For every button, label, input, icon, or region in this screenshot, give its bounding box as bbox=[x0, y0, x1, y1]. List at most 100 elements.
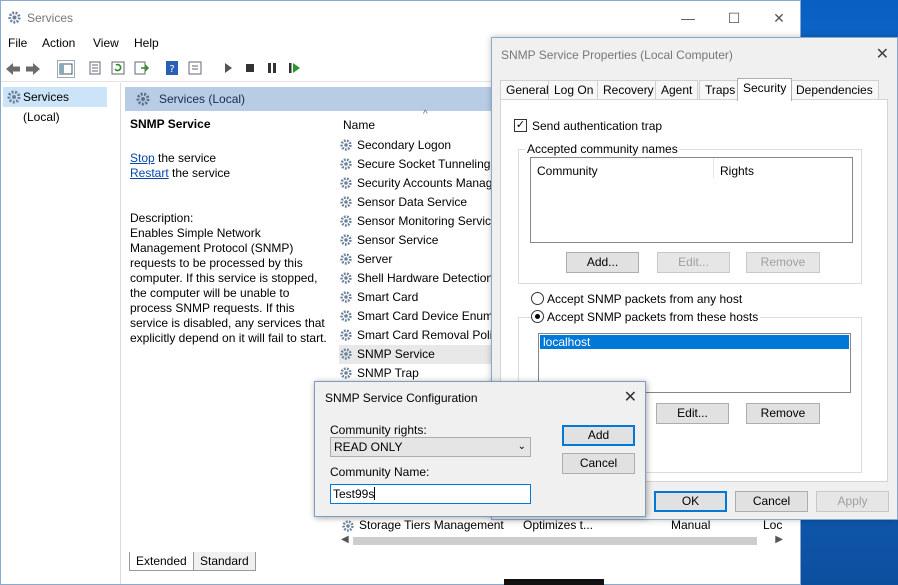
tab-extended[interactable]: Extended bbox=[129, 552, 194, 571]
row-service-name: SNMP Trap bbox=[357, 366, 419, 380]
scrollbar-thumb[interactable] bbox=[353, 537, 757, 545]
community-rights-select[interactable]: READ ONLY ⌄ bbox=[330, 437, 531, 457]
minimize-button[interactable]: — bbox=[665, 7, 711, 29]
row-gear-icon bbox=[339, 195, 353, 209]
back-arrow-icon[interactable] bbox=[4, 60, 22, 78]
remove-host-button[interactable]: Remove bbox=[746, 403, 820, 424]
table-row[interactable]: Smart Card Removal Polic bbox=[339, 326, 499, 345]
row-gear-icon bbox=[339, 157, 353, 171]
title-bar: Services — ☐ ✕ bbox=[1, 1, 800, 34]
cancel-button[interactable]: Cancel bbox=[562, 453, 635, 474]
add-community-button[interactable]: Add... bbox=[566, 252, 639, 273]
row-gear-icon bbox=[339, 366, 353, 380]
restart-icon[interactable] bbox=[286, 60, 304, 78]
row-gear-icon bbox=[341, 516, 355, 533]
tab-agent[interactable]: Agent bbox=[655, 80, 699, 100]
stop-service-link[interactable]: Stop bbox=[130, 151, 155, 165]
properties-icon[interactable] bbox=[187, 60, 205, 78]
forward-arrow-icon[interactable] bbox=[24, 60, 42, 78]
community-name-input[interactable]: Test99s bbox=[330, 484, 531, 504]
table-row[interactable]: Secondary Logon bbox=[339, 136, 499, 155]
table-row[interactable]: Shell Hardware Detection bbox=[339, 269, 499, 288]
dialog-title: SNMP Service Configuration bbox=[325, 391, 478, 405]
tab-standard[interactable]: Standard bbox=[193, 552, 256, 571]
accepted-community-label: Accepted community names bbox=[525, 142, 680, 156]
row-service-name: Sensor Data Service bbox=[357, 195, 468, 209]
row-service-name: Security Accounts Manag bbox=[357, 176, 493, 190]
row-gear-icon bbox=[339, 176, 353, 190]
tab-recovery[interactable]: Recovery bbox=[597, 80, 660, 100]
table-row[interactable]: Server bbox=[339, 250, 499, 269]
stop-icon[interactable] bbox=[242, 60, 260, 78]
refresh-icon[interactable] bbox=[110, 60, 128, 78]
edit-host-button[interactable]: Edit... bbox=[656, 403, 729, 424]
svg-text:?: ? bbox=[169, 64, 174, 75]
accept-these-hosts-radio[interactable] bbox=[531, 310, 544, 323]
close-button[interactable]: ✕ bbox=[756, 7, 802, 29]
community-name-label: Community Name: bbox=[330, 465, 430, 479]
close-icon[interactable]: ✕ bbox=[624, 387, 637, 407]
dialog-title: SNMP Service Properties (Local Computer) bbox=[501, 48, 733, 62]
maximize-button[interactable]: ☐ bbox=[711, 7, 757, 29]
export-list-icon[interactable] bbox=[133, 60, 151, 78]
tab-security[interactable]: Security bbox=[737, 78, 793, 101]
row-gear-icon bbox=[339, 328, 353, 342]
stop-link-suffix: the service bbox=[154, 151, 217, 165]
table-row[interactable]: Sensor Data Service bbox=[339, 193, 499, 212]
remove-community-button[interactable]: Remove bbox=[746, 252, 820, 273]
community-list[interactable]: Community Rights bbox=[530, 157, 853, 243]
text-cursor bbox=[374, 487, 376, 500]
community-name-value: Test99s bbox=[333, 487, 375, 501]
row-service-name: SNMP Service bbox=[357, 347, 435, 361]
row-service-name: Sensor Service bbox=[357, 233, 439, 247]
menu-view[interactable]: View bbox=[93, 36, 119, 50]
tree-services-local[interactable]: Services (Local) bbox=[3, 87, 107, 124]
menu-help[interactable]: Help bbox=[134, 36, 159, 50]
tab-general[interactable]: General bbox=[500, 80, 555, 100]
scroll-left-icon[interactable]: ◀ bbox=[341, 534, 349, 545]
table-row[interactable]: Smart Card Device Enume bbox=[339, 307, 499, 326]
host-item-localhost[interactable]: localhost bbox=[540, 335, 849, 349]
restart-link-suffix: the service bbox=[168, 166, 231, 180]
table-row[interactable]: Smart Card bbox=[339, 288, 499, 307]
table-row[interactable]: Sensor Service bbox=[339, 231, 499, 250]
edit-community-button[interactable]: Edit... bbox=[657, 252, 730, 273]
apply-button[interactable]: Apply bbox=[816, 491, 889, 512]
menu-file[interactable]: File bbox=[8, 36, 27, 50]
horizontal-scrollbar[interactable]: ◀ ▶ bbox=[339, 534, 785, 548]
start-icon[interactable] bbox=[220, 60, 238, 78]
column-header-name[interactable]: Name bbox=[343, 118, 375, 132]
taskbar-fragment bbox=[504, 579, 604, 585]
window-title: Services bbox=[27, 11, 74, 25]
row-service-name: Secure Socket Tunneling bbox=[357, 157, 491, 171]
close-icon[interactable]: ✕ bbox=[876, 44, 889, 64]
tab-log-on[interactable]: Log On bbox=[548, 80, 600, 100]
cancel-button[interactable]: Cancel bbox=[735, 491, 808, 512]
tab-dependencies[interactable]: Dependencies bbox=[790, 80, 879, 100]
description-label: Description: bbox=[130, 211, 194, 225]
tab-traps[interactable]: Traps bbox=[699, 80, 742, 100]
table-row[interactable]: Security Accounts Manag bbox=[339, 174, 499, 193]
services-gear-icon bbox=[6, 89, 22, 105]
console-tree-icon[interactable] bbox=[57, 60, 75, 78]
table-row[interactable]: SNMP Service bbox=[339, 345, 509, 364]
restart-service-link[interactable]: Restart bbox=[130, 166, 169, 180]
pause-icon[interactable] bbox=[264, 60, 282, 78]
ok-button[interactable]: OK bbox=[654, 491, 727, 512]
help-icon[interactable]: ? bbox=[164, 60, 182, 78]
accept-any-host-radio[interactable] bbox=[531, 292, 544, 305]
table-row[interactable]: Secure Socket Tunneling bbox=[339, 155, 499, 174]
row-gear-icon bbox=[339, 214, 353, 228]
scroll-right-icon[interactable]: ▶ bbox=[775, 534, 783, 545]
menu-action[interactable]: Action bbox=[42, 36, 75, 50]
table-row[interactable]: Sensor Monitoring Service bbox=[339, 212, 499, 231]
row-service-name: Sensor Monitoring Service bbox=[357, 214, 498, 228]
list-view-icon[interactable] bbox=[87, 60, 105, 78]
row-gear-icon bbox=[339, 233, 353, 247]
send-auth-trap-checkbox[interactable]: ✓ bbox=[514, 119, 527, 132]
row-service-name: Smart Card Removal Polic bbox=[357, 328, 499, 342]
row-gear-icon bbox=[339, 252, 353, 266]
row-service-name: Secondary Logon bbox=[357, 138, 452, 152]
row-gear-icon bbox=[339, 138, 353, 152]
add-button[interactable]: Add bbox=[562, 425, 635, 446]
